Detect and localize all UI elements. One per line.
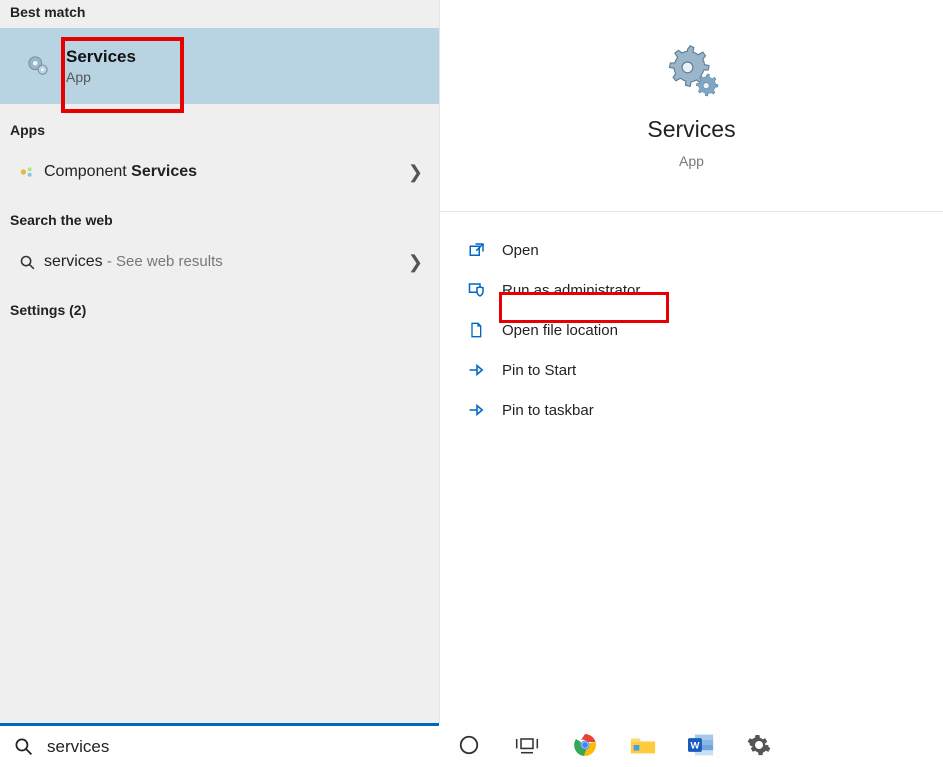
search-web-header: Search the web xyxy=(0,208,439,236)
apps-header: Apps xyxy=(0,118,439,146)
best-match-result[interactable]: Services App xyxy=(0,28,439,104)
best-match-subtitle: App xyxy=(66,69,136,85)
best-match-title: Services xyxy=(66,47,136,67)
web-result-services[interactable]: services - See web results ❯ xyxy=(0,236,439,288)
web-result-label: services - See web results xyxy=(44,253,408,271)
search-icon xyxy=(14,737,33,756)
chevron-right-icon: ❯ xyxy=(408,252,429,273)
apps-result-label: Component Services xyxy=(44,163,408,181)
best-match-header: Best match xyxy=(0,0,439,28)
action-pin-to-taskbar[interactable]: Pin to taskbar xyxy=(440,390,943,430)
action-label: Pin to Start xyxy=(502,362,576,379)
action-list: Open Run as administrator Open file loca… xyxy=(440,230,943,430)
detail-title: Services xyxy=(647,116,735,143)
action-label: Open xyxy=(502,242,539,259)
divider xyxy=(440,211,943,212)
action-run-as-administrator[interactable]: Run as administrator xyxy=(440,270,943,310)
chevron-right-icon: ❯ xyxy=(408,162,429,183)
action-pin-to-start[interactable]: Pin to Start xyxy=(440,350,943,390)
action-label: Run as administrator xyxy=(502,282,640,299)
taskbar: W xyxy=(439,723,943,767)
shield-admin-icon xyxy=(468,281,502,299)
settings-header[interactable]: Settings (2) xyxy=(0,298,439,326)
component-services-icon xyxy=(10,163,44,181)
detail-subtitle: App xyxy=(679,153,704,169)
action-open-file-location[interactable]: Open file location xyxy=(440,310,943,350)
taskbar-taskview[interactable] xyxy=(513,731,541,759)
taskbar-settings[interactable] xyxy=(745,731,773,759)
taskbar-chrome[interactable] xyxy=(571,731,599,759)
pin-taskbar-icon xyxy=(468,402,502,418)
action-label: Pin to taskbar xyxy=(502,402,594,419)
pin-start-icon xyxy=(468,362,502,378)
search-input[interactable] xyxy=(47,737,387,757)
services-icon xyxy=(18,55,58,77)
open-icon xyxy=(468,241,502,259)
action-open[interactable]: Open xyxy=(440,230,943,270)
search-results-panel: Best match Services App Apps Component S… xyxy=(0,0,439,723)
taskbar-cortana[interactable] xyxy=(455,731,483,759)
result-detail-panel: Services App Open Run as administrator O… xyxy=(439,0,943,723)
search-icon xyxy=(10,254,44,271)
svg-text:W: W xyxy=(690,740,699,751)
search-bar xyxy=(0,723,439,767)
services-large-icon xyxy=(665,44,719,98)
file-location-icon xyxy=(468,321,502,339)
taskbar-word[interactable]: W xyxy=(687,731,715,759)
taskbar-file-explorer[interactable] xyxy=(629,731,657,759)
apps-result-component-services[interactable]: Component Services ❯ xyxy=(0,146,439,198)
action-label: Open file location xyxy=(502,322,618,339)
